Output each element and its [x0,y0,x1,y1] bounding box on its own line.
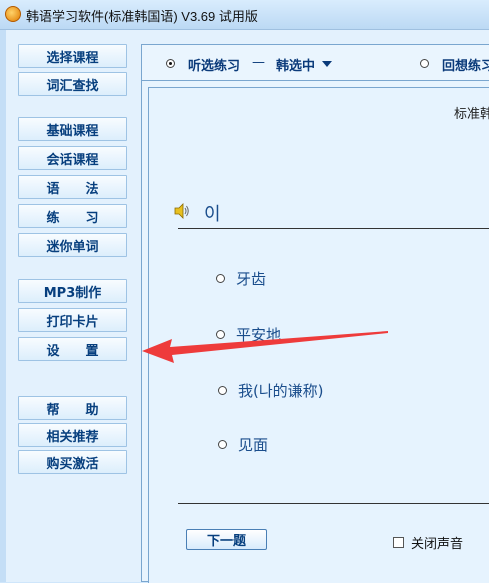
mini-words-button[interactable]: 迷你单词 [18,233,127,257]
answer-label[interactable]: 牙齿 [236,268,266,289]
vocabulary-search-button[interactable]: 词汇查找 [18,72,127,96]
exercise-panel [148,87,489,583]
korean-to-chinese-label[interactable]: 韩选中 [276,55,315,74]
purchase-activate-button[interactable]: 购买激活 [18,450,127,474]
question-word: 이 [204,204,221,225]
conversation-course-button[interactable]: 会话课程 [18,146,127,170]
practice-button[interactable]: 练 习 [18,204,127,228]
main-window: 选择课程 词汇查找 基础课程 会话课程 语 法 练 习 迷你单词 MP3制作 打… [0,30,489,583]
settings-button[interactable]: 设 置 [18,337,127,361]
select-course-button[interactable]: 选择课程 [18,44,127,68]
grammar-button[interactable]: 语 法 [18,175,127,199]
listen-select-label[interactable]: 听选练习 [188,55,240,74]
next-question-button[interactable]: 下一题 [186,529,267,550]
answer-radio[interactable] [216,274,225,283]
mute-label[interactable]: 关闭声音 [411,533,463,552]
app-logo-icon [5,6,21,22]
panel-header: 标准韩 [454,107,489,122]
basic-course-button[interactable]: 基础课程 [18,117,127,141]
title-bar: 韩语学习软件(标准韩国语) V3.69 试用版 [0,0,489,30]
question-divider [178,228,489,229]
related-recommend-button[interactable]: 相关推荐 [18,423,127,447]
answer-label[interactable]: 见面 [238,434,268,455]
bottom-divider [178,503,489,504]
content-area: 听选练习 — 韩选中 回想练习 标准韩 이 牙齿 平安地 我(나的谦称) 见面 … [141,44,489,583]
chevron-down-icon[interactable] [322,61,332,67]
answer-radio[interactable] [218,440,227,449]
answer-label[interactable]: 平安地 [236,324,281,345]
mp3-make-button[interactable]: MP3制作 [18,279,127,303]
sidebar: 选择课程 词汇查找 基础课程 会话课程 语 法 练 习 迷你单词 MP3制作 打… [6,30,136,582]
listen-select-radio[interactable] [166,59,175,68]
window-title: 韩语学习软件(标准韩国语) V3.69 试用版 [26,9,258,24]
recall-practice-radio[interactable] [420,59,429,68]
speaker-icon[interactable] [174,203,190,219]
answer-radio[interactable] [216,330,225,339]
mode-separator: — [252,55,265,70]
print-cards-button[interactable]: 打印卡片 [18,308,127,332]
help-button[interactable]: 帮 助 [18,396,127,420]
recall-practice-label[interactable]: 回想练习 [442,55,489,74]
mute-checkbox[interactable] [393,537,404,548]
answer-radio[interactable] [218,386,227,395]
mode-selector-bar: 听选练习 — 韩选中 回想练习 [142,45,489,81]
answer-label[interactable]: 我(나的谦称) [238,380,324,401]
